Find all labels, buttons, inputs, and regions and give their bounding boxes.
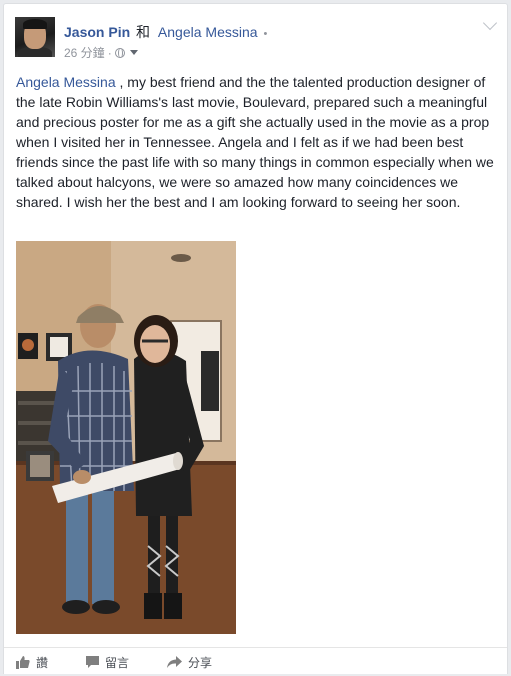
post-text-tag[interactable]: Angela Messina [16, 74, 116, 90]
post-card: Jason Pin 和 Angela Messina • 26 分鐘 · Ang… [3, 3, 508, 674]
post-photo[interactable] [16, 241, 236, 634]
author-avatar[interactable] [15, 17, 55, 57]
like-button[interactable]: 讚 [16, 654, 48, 671]
post-timestamp[interactable]: 26 分鐘 [64, 44, 105, 61]
chevron-down-icon[interactable] [482, 15, 498, 31]
with-word: 和 [136, 24, 151, 40]
post-header: Jason Pin 和 Angela Messina • [64, 22, 267, 42]
post-text-body: , my best friend and the the talented pr… [16, 74, 494, 210]
thumbs-up-icon [16, 656, 30, 669]
header-dot: • [263, 28, 268, 40]
author-name[interactable]: Jason Pin [64, 24, 130, 40]
post-meta: 26 分鐘 · [64, 44, 138, 61]
comment-button[interactable]: 留言 [86, 654, 129, 671]
post-action-bar: 讚 留言 分享 [4, 647, 507, 676]
caret-icon[interactable] [129, 50, 138, 55]
share-label: 分享 [188, 656, 213, 670]
meta-separator: · [107, 45, 112, 60]
comment-label: 留言 [105, 656, 130, 670]
speech-bubble-icon [86, 656, 99, 668]
post-text: Angela Messina , my best friend and the … [16, 72, 496, 212]
share-button[interactable]: 分享 [167, 654, 212, 671]
tagged-friend-name[interactable]: Angela Messina [158, 24, 258, 40]
like-label: 讚 [36, 656, 49, 670]
globe-icon [114, 47, 125, 58]
share-arrow-icon [167, 656, 182, 668]
